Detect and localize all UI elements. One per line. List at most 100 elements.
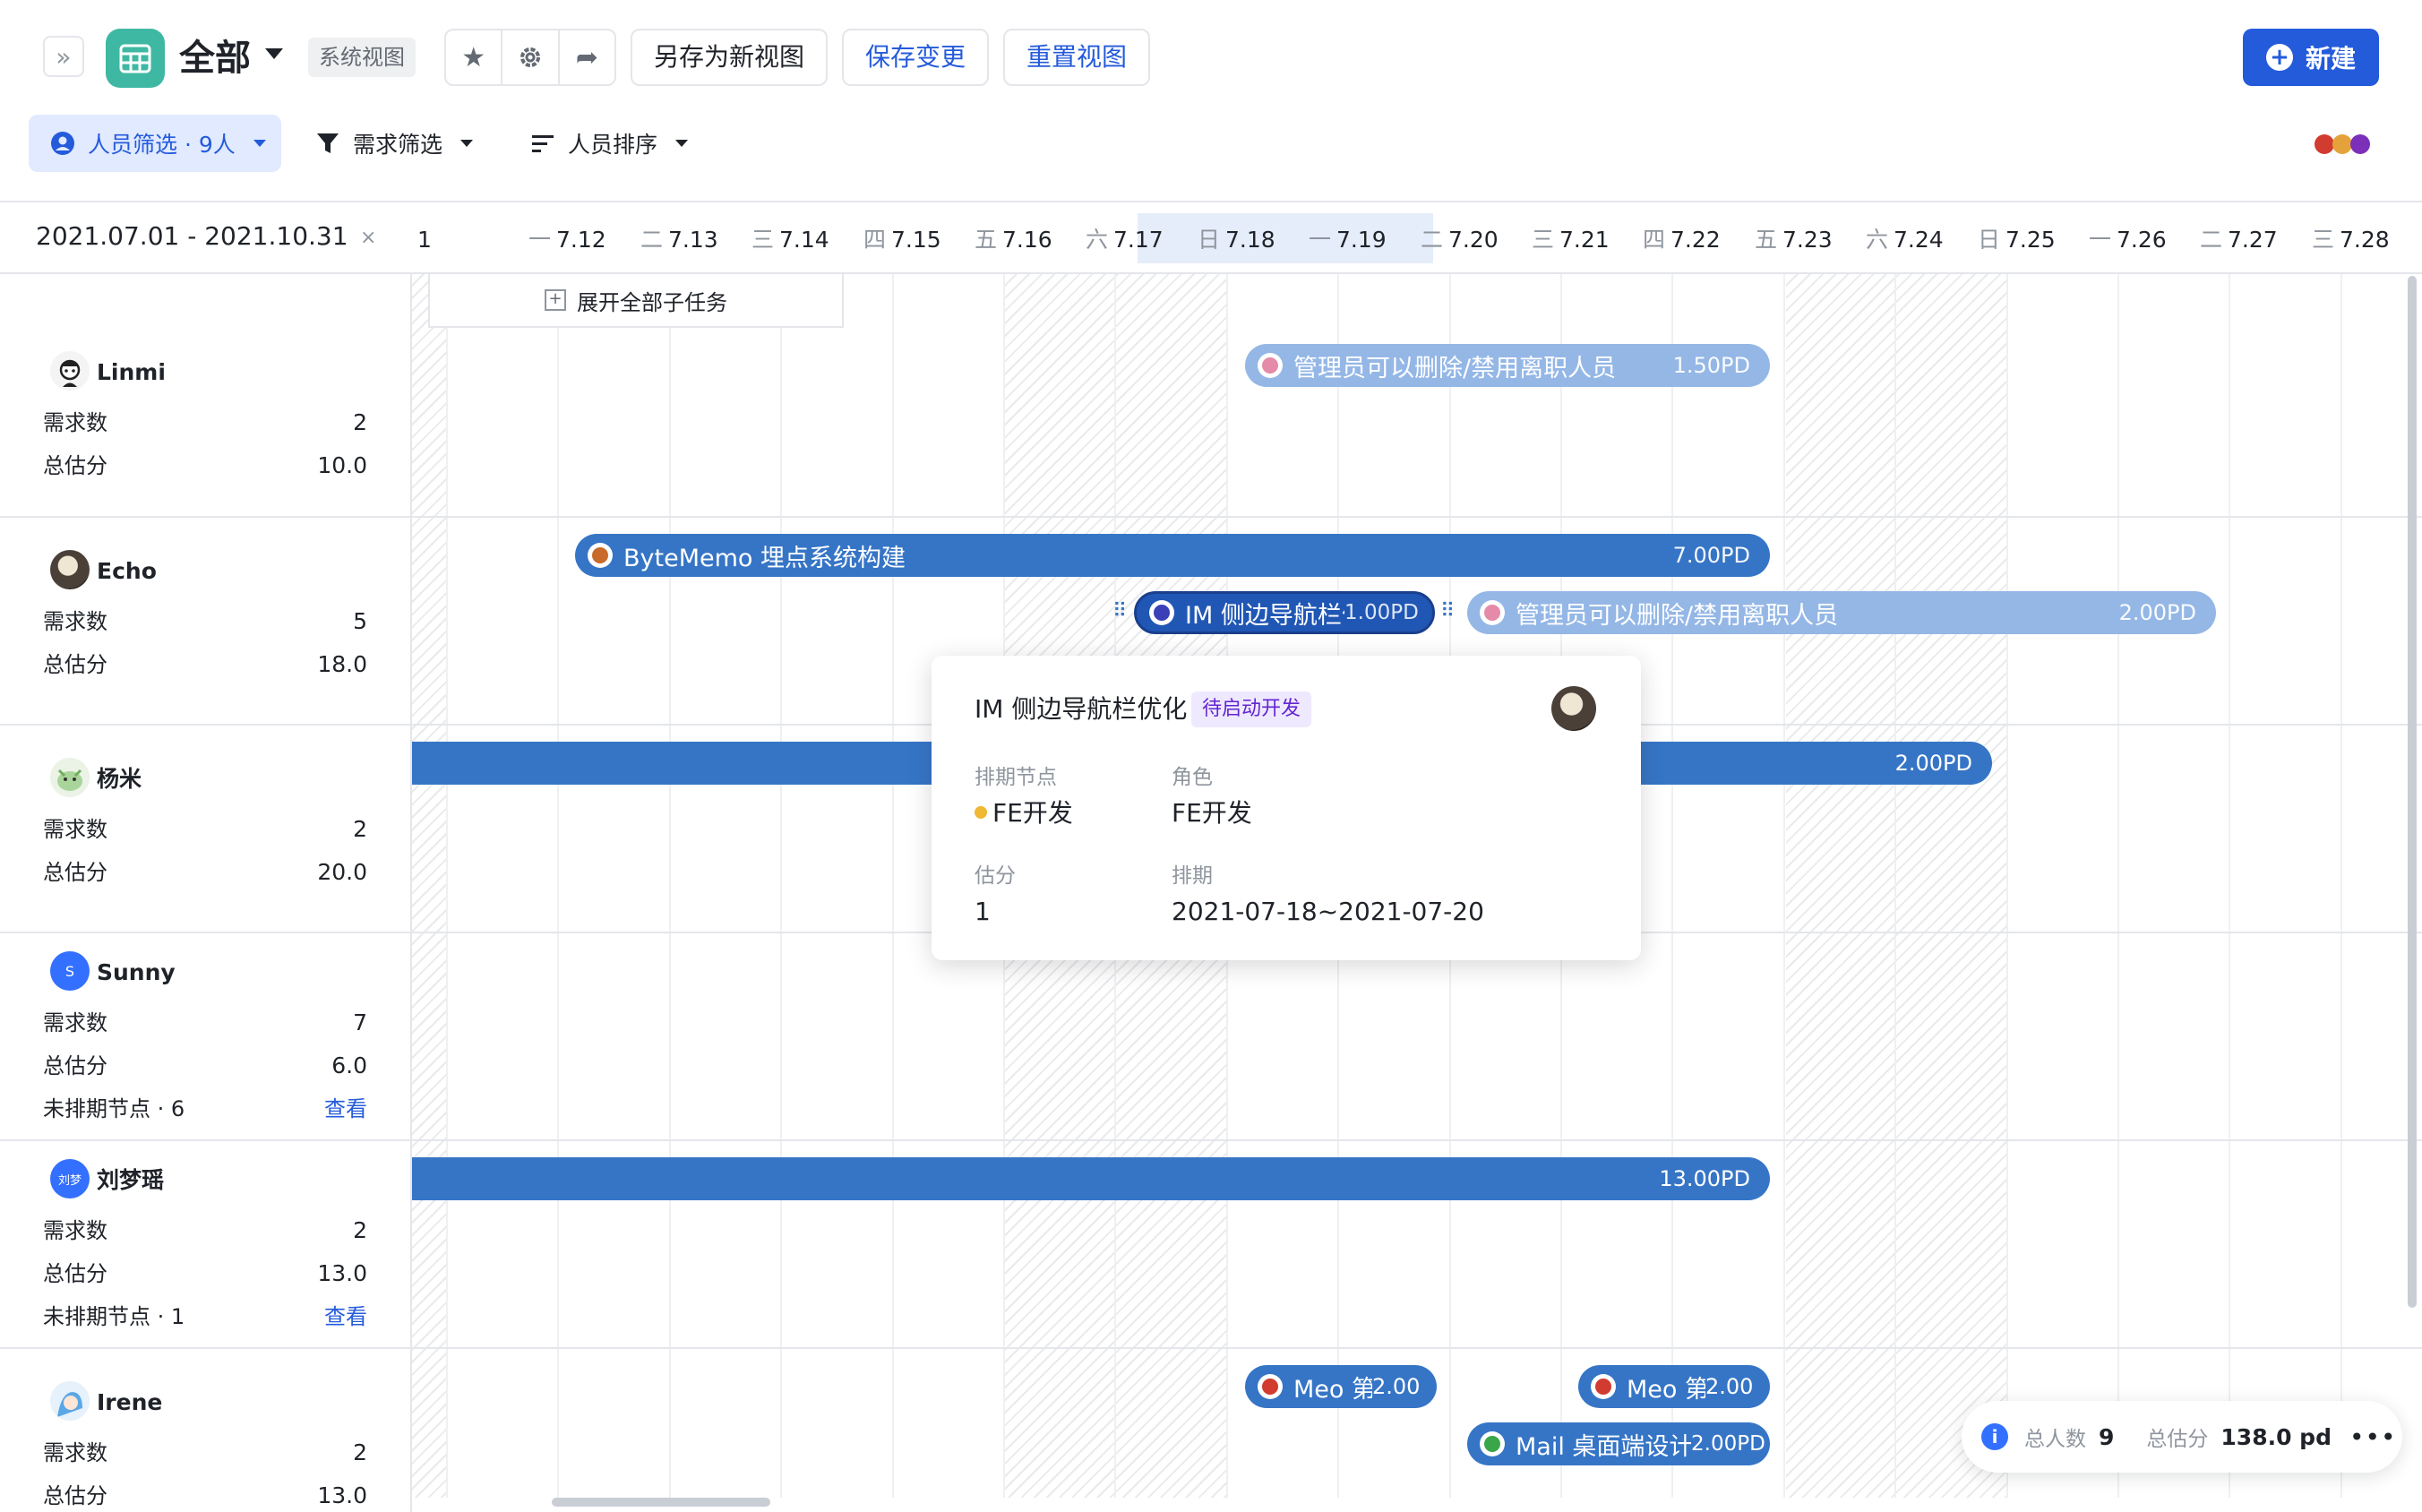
color-legend-dots[interactable]: [2315, 134, 2372, 154]
task-estimate: 2.00PD: [1894, 751, 1972, 776]
view-unscheduled-link[interactable]: 查看: [269, 1299, 367, 1335]
person-name[interactable]: 杨米: [97, 761, 142, 797]
total-people-value: 9: [2099, 1423, 2115, 1450]
caret-down-icon: [675, 140, 689, 147]
date-label: 7.15: [891, 227, 941, 253]
date-header-cell: 一 7.26: [2089, 215, 2167, 265]
double-chevron-right-icon: »: [56, 41, 72, 72]
weekday-label: 三: [2312, 227, 2335, 253]
summary-pill: i 总人数 9 总估分 138.0 pd •••: [1962, 1401, 2402, 1473]
grid-column-line: [892, 274, 894, 1498]
share-arrow-icon[interactable]: ➦: [557, 30, 614, 84]
status-badge: 待启动开发: [1191, 692, 1312, 727]
view-dropdown-caret-icon[interactable]: [265, 48, 283, 59]
date-label: 7.17: [1113, 227, 1164, 253]
date-label: 1: [417, 227, 432, 253]
task-bar[interactable]: 13.00PD: [412, 1157, 1770, 1200]
need-count-label: 需求数: [43, 817, 107, 842]
total-estimate-value: 20.0: [317, 859, 367, 885]
drag-handle-right-icon[interactable]: ⠿: [1440, 600, 1455, 623]
status-color-dot: [1262, 1379, 1278, 1395]
person-filter-button[interactable]: 人员筛选 · 9人: [29, 115, 281, 172]
weekend-hatch: [412, 274, 446, 1498]
weekday-label: 一: [1309, 227, 1332, 253]
person-sort-label: 人员排序: [568, 132, 658, 158]
need-count-label: 需求数: [43, 1218, 107, 1243]
avatar: S: [50, 951, 90, 991]
new-button[interactable]: + 新建: [2243, 29, 2379, 86]
date-label: 7.22: [1670, 227, 1721, 253]
date-header-cell: 1: [417, 215, 432, 265]
total-estimate-value: 6.0: [331, 1052, 367, 1078]
save-as-new-view-button[interactable]: 另存为新视图: [631, 29, 828, 86]
total-estimate-label: 总估分: [43, 1053, 107, 1078]
person-name[interactable]: Sunny: [97, 955, 176, 991]
grid-column-line: [2117, 274, 2119, 1498]
person-name[interactable]: Echo: [97, 554, 157, 589]
total-estimate-label: 总估分: [43, 1261, 107, 1286]
person-name[interactable]: 刘梦瑶: [97, 1163, 164, 1198]
grid-column-line: [669, 274, 671, 1498]
grid-column-line: [557, 274, 559, 1498]
task-bar-selected[interactable]: IM 侧边导航栏优化 1.00PD: [1134, 591, 1435, 634]
view-unscheduled-link[interactable]: 查看: [269, 1091, 367, 1127]
horizontal-scrollbar[interactable]: [552, 1498, 770, 1507]
vertical-scrollbar[interactable]: [2408, 276, 2417, 1308]
person-name[interactable]: Irene: [97, 1385, 162, 1421]
total-estimate-label: 总估分: [43, 453, 107, 478]
row-divider: [0, 1139, 2422, 1141]
more-icon[interactable]: •••: [2349, 1422, 2397, 1452]
date-range[interactable]: 2021.07.01 - 2021.10.31: [36, 219, 348, 254]
task-title: Mail 桌面端设计: [1516, 1432, 1691, 1461]
expand-sidebar-button[interactable]: »: [43, 36, 84, 77]
avatar: [50, 758, 90, 797]
save-changes-button[interactable]: 保存变更: [842, 29, 989, 86]
person-name[interactable]: Linmi: [97, 355, 166, 391]
task-bar[interactable]: Meo 第二期需求 2.00: [1578, 1365, 1770, 1408]
reset-view-button[interactable]: 重置视图: [1003, 29, 1150, 86]
date-header-cell: 六 7.17: [1086, 215, 1164, 265]
schedule-value: 2021-07-18~2021-07-20: [1172, 897, 1484, 926]
drag-handle-left-icon[interactable]: ⠿: [1112, 600, 1127, 623]
task-title: Meo 第二期需求: [1293, 1375, 1372, 1404]
task-bar[interactable]: Meo 第二期需求 2.00: [1245, 1365, 1437, 1408]
date-label: 7.18: [1225, 227, 1275, 253]
selected-date-highlight: [1138, 213, 1433, 263]
need-filter-button[interactable]: 需求筛选: [315, 115, 474, 172]
clear-range-icon[interactable]: ×: [360, 220, 376, 256]
date-header-cell: 四 7.15: [863, 215, 941, 265]
total-estimate-label: 总估分: [43, 860, 107, 885]
expand-all-subtasks-button[interactable]: + 展开全部子任务: [428, 274, 844, 328]
grid-column-line: [2229, 274, 2230, 1498]
date-label: 7.13: [668, 227, 718, 253]
total-estimate-label: 总估分: [43, 652, 107, 677]
task-bar[interactable]: ByteMemo 埋点系统构建 7.00PD: [575, 534, 1770, 577]
weekday-label: 日: [1978, 227, 2001, 253]
task-estimate: 13.00PD: [1659, 1166, 1750, 1191]
task-bar[interactable]: 管理员可以删除/禁用离职人员 1.50PD: [1245, 344, 1770, 387]
grid-column-line: [2340, 274, 2342, 1498]
date-header-cell: 一 7.19: [1309, 215, 1387, 265]
person-sort-button[interactable]: 人员排序: [530, 115, 689, 172]
task-bar[interactable]: Mail 桌面端设计 2.00PD: [1467, 1422, 1770, 1465]
gear-icon[interactable]: [501, 30, 557, 84]
view-title[interactable]: 全部: [179, 30, 251, 86]
star-icon[interactable]: ★: [446, 30, 501, 84]
task-bar[interactable]: 管理员可以删除/禁用离职人员 2.00PD: [1467, 591, 2216, 634]
need-filter-label: 需求筛选: [353, 132, 443, 158]
task-estimate: 1.00PD: [1344, 601, 1419, 624]
weekday-label: 六: [1866, 227, 1889, 253]
weekday-label: 四: [1643, 227, 1666, 253]
task-title: 管理员可以删除/禁用离职人员: [1516, 601, 1839, 630]
total-estimate-value: 13.0: [317, 1482, 367, 1508]
task-estimate: 1.50PD: [1672, 353, 1750, 378]
grid-column-line: [446, 274, 448, 1498]
plus-circle-icon: +: [2265, 44, 2293, 71]
weekday-label: 三: [1532, 227, 1555, 253]
node-value-text: FE开发: [992, 798, 1073, 828]
total-estimate-value: 138.0 pd: [2220, 1423, 2332, 1450]
role-value: FE开发: [1172, 798, 1252, 828]
need-count-label: 需求数: [43, 410, 107, 435]
grid-column-line: [780, 274, 782, 1498]
weekday-label: 六: [1086, 227, 1109, 253]
